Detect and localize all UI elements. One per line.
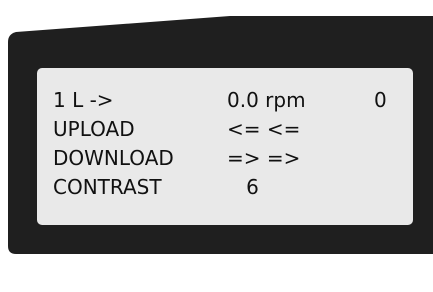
upload-row: UPLOAD <= <= <box>37 114 300 144</box>
download-row: DOWNLOAD => => <box>37 143 300 173</box>
upload-label: UPLOAD <box>53 117 135 141</box>
speed-row: 1 L -> 0.0 rpm 0 <box>37 85 387 115</box>
speed-value: 0.0 rpm <box>227 88 306 112</box>
lcd-screen: 1 L -> 0.0 rpm 0 UPLOAD <= <= DOWNLOAD =… <box>37 68 413 225</box>
download-label: DOWNLOAD <box>53 146 174 170</box>
direction-label: 1 L -> <box>53 88 114 112</box>
status-value: 0 <box>374 88 387 112</box>
control-panel-display: 1 L -> 0.0 rpm 0 UPLOAD <= <= DOWNLOAD =… <box>0 0 433 254</box>
contrast-value: 6 <box>227 175 259 199</box>
download-arrows: => => <box>227 146 301 170</box>
contrast-label: CONTRAST <box>53 175 162 199</box>
contrast-row: CONTRAST 6 <box>37 172 259 202</box>
upload-arrows: <= <= <box>227 117 301 141</box>
